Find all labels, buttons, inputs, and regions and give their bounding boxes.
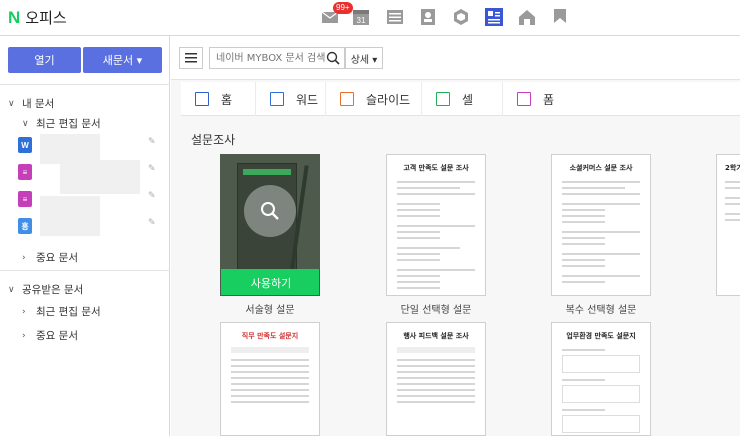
template-caption: 복수 선택형 설문 xyxy=(565,305,637,316)
cell-icon xyxy=(436,92,450,106)
divider xyxy=(0,270,170,271)
tab-label: 홈 xyxy=(221,92,233,107)
template-card-work-environment[interactable]: 업무환경 만족도 설문지 xyxy=(551,322,651,436)
chevron-right-icon: › xyxy=(22,252,26,263)
tab-label: 워드 xyxy=(296,92,319,107)
chevron-down-icon: ∨ xyxy=(22,118,29,129)
template-card-multi-choice[interactable]: 소셜커머스 설문 조사 xyxy=(551,154,651,296)
template-title: 2학기 xyxy=(725,164,740,172)
office-icon[interactable] xyxy=(485,8,503,26)
hamburger-icon xyxy=(185,53,197,63)
list-icon[interactable] xyxy=(386,8,404,26)
clipboard-title xyxy=(243,169,291,175)
tab-form[interactable]: 폼 xyxy=(503,82,740,116)
flag-icon[interactable] xyxy=(551,8,569,26)
section-title: 설문조사 xyxy=(191,133,236,147)
tree-shared[interactable]: ∨ 공유받은 문서 xyxy=(8,282,83,297)
tab-label: 폼 xyxy=(543,92,555,107)
tree-label: 최근 편집 문서 xyxy=(36,118,101,130)
template-title: 소셜커머스 설문 조사 xyxy=(569,164,633,172)
word-icon xyxy=(270,92,284,106)
tree-shared-important[interactable]: › 중요 문서 xyxy=(22,328,78,343)
sidebar: 열기 새문서 ▾ ∨ 내 문서 ∨ 최근 편집 문서 W ≡ ≡ 흥 ✎ ✎ ✎… xyxy=(0,36,170,436)
tree-important[interactable]: › 중요 문서 xyxy=(22,250,78,265)
home-grid-icon xyxy=(195,92,209,106)
tree-recent[interactable]: ∨ 최근 편집 문서 xyxy=(22,116,101,131)
word-doc-icon[interactable]: W xyxy=(18,137,32,153)
divider xyxy=(0,84,170,85)
tab-label: 셀 xyxy=(462,92,474,107)
menu-button[interactable] xyxy=(179,47,203,69)
tree-my-docs[interactable]: ∨ 내 문서 xyxy=(8,96,54,111)
template-card-job-satisfaction[interactable]: 직무 만족도 설문지 xyxy=(220,322,320,436)
template-card-partial[interactable]: 2학기 xyxy=(716,154,740,296)
template-card-event-feedback[interactable]: 행사 피드백 설문 조사 xyxy=(386,322,486,436)
redacted-filename xyxy=(40,196,100,236)
form-icon xyxy=(517,92,531,106)
tab-cell[interactable]: 셀 xyxy=(422,82,503,116)
search-icon xyxy=(261,202,279,220)
chevron-right-icon: › xyxy=(22,306,26,317)
template-title: 직무 만족도 설문지 xyxy=(241,332,299,340)
pin-icon[interactable]: ✎ xyxy=(148,137,156,147)
use-template-button[interactable]: 사용하기 xyxy=(221,269,319,295)
template-card-descriptive[interactable]: 사용하기 xyxy=(220,154,320,296)
chevron-right-icon: › xyxy=(22,330,26,341)
main-content: 상세 ▾ 홈 워드 슬라이드 셀 폼 설문조사 사용하기 xyxy=(171,36,740,436)
pin-icon[interactable]: ✎ xyxy=(148,218,156,228)
tree-label: 공유받은 문서 xyxy=(22,284,84,296)
top-bar: N 오피스 99+ 31 xyxy=(0,0,740,36)
search-icon[interactable] xyxy=(325,50,341,66)
template-caption: 단일 선택형 설문 xyxy=(400,305,472,316)
chevron-down-icon: ∨ xyxy=(8,98,15,109)
tree-shared-recent[interactable]: › 최근 편집 문서 xyxy=(22,304,101,319)
toolbar: 상세 ▾ xyxy=(171,36,740,80)
chevron-down-icon: ∨ xyxy=(8,284,15,295)
tab-slide[interactable]: 슬라이드 xyxy=(326,82,422,116)
form-doc-icon[interactable]: ≡ xyxy=(18,164,32,180)
cube-icon[interactable] xyxy=(452,8,470,26)
tree-label: 내 문서 xyxy=(22,98,55,110)
svg-text:31: 31 xyxy=(357,16,366,25)
open-button[interactable]: 열기 xyxy=(8,47,81,73)
app-title: 오피스 xyxy=(25,9,67,27)
slide-icon xyxy=(340,92,354,106)
template-tabs: 홈 워드 슬라이드 셀 폼 xyxy=(181,82,740,116)
tab-word[interactable]: 워드 xyxy=(256,82,326,116)
template-title: 고객 만족도 설문 조사 xyxy=(403,164,469,172)
tab-label: 슬라이드 xyxy=(366,92,411,107)
template-card-single-choice[interactable]: 고객 만족도 설문 조사 xyxy=(386,154,486,296)
pin-icon[interactable]: ✎ xyxy=(148,191,156,201)
pin-icon[interactable]: ✎ xyxy=(148,164,156,174)
home-icon[interactable] xyxy=(518,8,536,26)
redacted-filename xyxy=(60,160,140,194)
form-doc-icon[interactable]: ≡ xyxy=(18,191,32,207)
template-caption: 서술형 설문 xyxy=(245,305,295,316)
tree-label: 중요 문서 xyxy=(36,330,78,342)
template-title: 행사 피드백 설문 조사 xyxy=(403,332,469,340)
calendar-icon[interactable]: 31 xyxy=(352,8,370,26)
preview-button[interactable] xyxy=(244,185,296,237)
tree-label: 중요 문서 xyxy=(36,252,78,264)
naver-logo: N xyxy=(8,7,21,27)
mail-badge: 99+ xyxy=(333,2,353,14)
template-title: 업무환경 만족도 설문지 xyxy=(566,332,636,340)
hancom-doc-icon[interactable]: 흥 xyxy=(18,218,32,234)
app-logo[interactable]: N 오피스 xyxy=(8,7,67,28)
tree-label: 최근 편집 문서 xyxy=(36,306,101,318)
tab-home[interactable]: 홈 xyxy=(181,82,256,116)
contacts-icon[interactable] xyxy=(419,8,437,26)
new-document-button[interactable]: 새문서 ▾ xyxy=(83,47,162,73)
detail-dropdown[interactable]: 상세 ▾ xyxy=(345,47,383,69)
